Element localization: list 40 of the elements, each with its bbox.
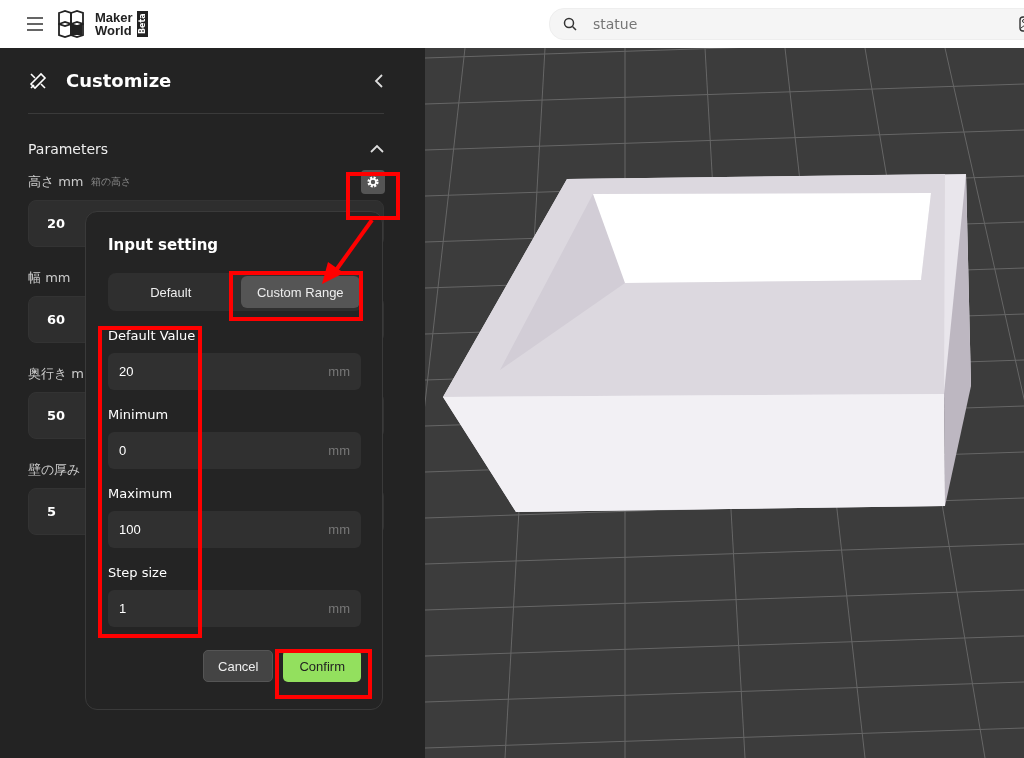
unit-label: mm	[328, 522, 350, 537]
gear-icon	[366, 175, 380, 189]
section-title: Parameters	[28, 141, 109, 157]
logo-text[interactable]: Maker	[95, 11, 133, 24]
field-value: 0	[119, 443, 127, 458]
unit-label: mm	[328, 364, 350, 379]
panel-title: Customize	[66, 70, 172, 91]
menu-icon[interactable]	[27, 17, 43, 31]
chevron-icon[interactable]	[370, 144, 384, 154]
parameter-hint: 箱の高さ	[91, 175, 132, 189]
parameter-label: 奥行き m	[28, 365, 84, 383]
range-tab[interactable]: Custom Range	[240, 276, 360, 308]
field-value: 100	[119, 522, 141, 537]
popup-title: Input setting	[108, 236, 220, 254]
range-tab[interactable]: Default	[111, 276, 231, 308]
search-bar[interactable]: statue	[549, 8, 1024, 40]
unit-label: mm	[328, 443, 350, 458]
input-field[interactable]: 0 mm	[108, 432, 361, 469]
unit-label: mm	[328, 601, 350, 616]
ruler-pencil-icon	[28, 70, 48, 91]
beta-badge: Beta	[136, 11, 148, 37]
parameter-label: 高さ mm	[28, 173, 84, 191]
input-field[interactable]: 1 mm	[108, 590, 361, 627]
highlight-frame	[346, 172, 400, 220]
cancel-button[interactable]: Cancel	[203, 650, 274, 682]
field-value: 1	[119, 601, 127, 616]
parameter-label: 幅 mm	[28, 269, 71, 287]
input-field[interactable]: 20 mm	[108, 353, 361, 390]
search-input[interactable]: statue	[591, 15, 995, 33]
field-label: Minimum	[108, 407, 170, 422]
input-field[interactable]: 100 mm	[108, 511, 361, 548]
search-icon	[563, 17, 577, 31]
parameter-label: 壁の厚み	[28, 461, 80, 479]
collapse-chevron-icon[interactable]	[374, 72, 384, 89]
field-label: Step size	[108, 565, 168, 580]
field-value: 20	[119, 364, 134, 379]
logo-text[interactable]: World	[95, 24, 133, 37]
cube-logo-icon[interactable]	[57, 10, 85, 38]
field-label: Default Value	[108, 328, 197, 343]
field-label: Maximum	[108, 486, 174, 501]
